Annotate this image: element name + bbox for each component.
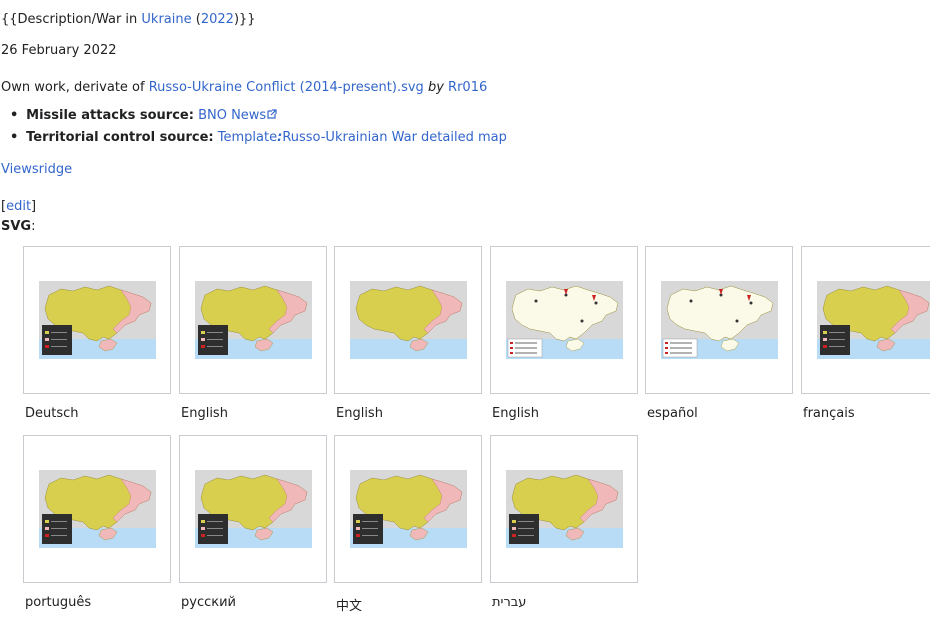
map-thumbnail-image[interactable] xyxy=(506,470,623,548)
gallery-item[interactable]: English xyxy=(490,246,638,436)
map-thumbnail-image[interactable] xyxy=(350,470,467,548)
map-thumbnail-image[interactable] xyxy=(661,281,778,359)
gallery-item[interactable]: español xyxy=(645,246,793,436)
link-ukraine[interactable]: Ukraine xyxy=(141,12,191,27)
link-author-rr016[interactable]: Rr016 xyxy=(448,80,487,95)
edit-link[interactable]: edit xyxy=(6,199,31,214)
thumbnail-frame[interactable] xyxy=(645,246,793,394)
gallery-item[interactable]: עברית xyxy=(490,435,638,625)
description-template: {{Description/War in Ukraine (2022)}} xyxy=(1,12,256,27)
map-thumbnail-image[interactable] xyxy=(506,281,623,359)
thumbnail-frame[interactable] xyxy=(334,246,482,394)
gallery-caption: 中文 xyxy=(336,599,363,614)
map-thumbnail-image[interactable] xyxy=(817,281,930,359)
map-thumbnail-image[interactable] xyxy=(350,281,467,359)
gallery-item[interactable]: português xyxy=(23,435,171,625)
gallery-item[interactable]: English xyxy=(334,246,482,436)
gallery-caption: English xyxy=(492,406,539,421)
thumbnail-frame[interactable] xyxy=(23,435,171,583)
link-year-2022[interactable]: 2022 xyxy=(201,12,234,27)
gallery-item[interactable]: Deutsch xyxy=(23,246,171,436)
gallery-caption: English xyxy=(181,406,228,421)
svg-heading: SVG: xyxy=(1,219,36,234)
gallery-item[interactable]: русский xyxy=(179,435,327,625)
link-source-file[interactable]: Russo-Ukraine Conflict (2014-present).sv… xyxy=(149,80,424,95)
gallery-item[interactable]: français xyxy=(801,246,930,436)
gallery-caption: русский xyxy=(181,595,236,610)
bullet-missile-source: Missile attacks source: BNO News xyxy=(10,108,277,123)
gallery-caption: Deutsch xyxy=(25,406,79,421)
link-author-viewsridge[interactable]: Viewsridge xyxy=(1,162,72,177)
thumbnail-frame[interactable] xyxy=(179,246,327,394)
date-text: 26 February 2022 xyxy=(1,43,117,58)
gallery-caption: español xyxy=(647,406,698,421)
external-link-icon xyxy=(267,109,277,119)
gallery-item[interactable]: English xyxy=(179,246,327,436)
thumbnail-frame[interactable] xyxy=(23,246,171,394)
edit-section: [edit] xyxy=(1,199,37,214)
bullet-territorial-source: Territorial control source: Template:Rus… xyxy=(10,130,507,145)
thumbnail-frame[interactable] xyxy=(490,435,638,583)
map-thumbnail-image[interactable] xyxy=(39,281,156,359)
thumbnail-frame[interactable] xyxy=(801,246,930,394)
map-thumbnail-image[interactable] xyxy=(39,470,156,548)
gallery-caption: עברית xyxy=(492,595,527,610)
gallery-item[interactable]: 中文 xyxy=(334,435,482,625)
thumbnail-frame[interactable] xyxy=(334,435,482,583)
map-thumbnail-image[interactable] xyxy=(195,470,312,548)
link-template-map[interactable]: Template:Russo-Ukrainian War detailed ma… xyxy=(218,130,507,145)
gallery-caption: English xyxy=(336,406,383,421)
map-thumbnail-image[interactable] xyxy=(195,281,312,359)
thumbnail-frame[interactable] xyxy=(490,246,638,394)
source-line: Own work, derivate of Russo-Ukraine Conf… xyxy=(1,80,488,95)
gallery-caption: português xyxy=(25,595,92,610)
by-text: by xyxy=(427,80,444,95)
gallery-caption: français xyxy=(803,406,855,421)
thumbnail-frame[interactable] xyxy=(179,435,327,583)
link-bno-news[interactable]: BNO News xyxy=(198,108,277,123)
